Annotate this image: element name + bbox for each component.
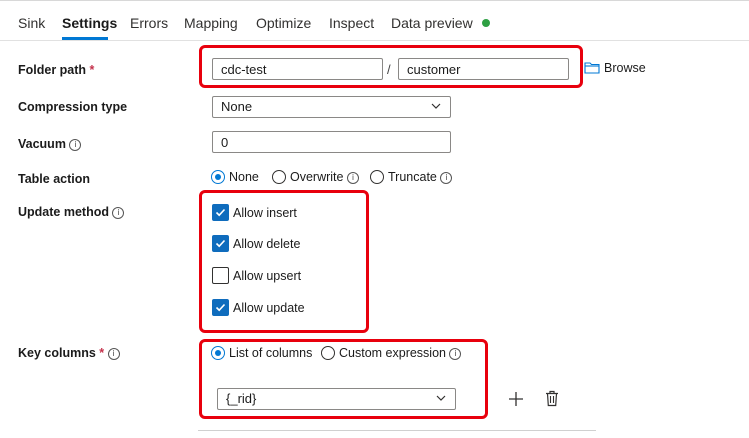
radio-checked-icon (211, 170, 225, 184)
add-icon[interactable] (508, 391, 524, 407)
folder-icon (584, 62, 600, 74)
radio-checked-icon (211, 346, 225, 360)
tab-mapping[interactable]: Mapping (184, 15, 238, 31)
tab-data-preview-label: Data preview (391, 15, 473, 31)
browse-label: Browse (604, 61, 646, 75)
required-marker: * (89, 63, 95, 77)
status-dot-icon (481, 19, 490, 27)
browse-button[interactable]: Browse (584, 61, 646, 75)
tab-bar: Sink Settings Errors Mapping Optimize In… (0, 0, 749, 41)
key-column-value: {_rid} (226, 391, 257, 406)
checkbox-checked-icon (212, 235, 229, 252)
table-action-truncate-label: Truncate (388, 170, 437, 184)
active-tab-indicator (62, 37, 108, 40)
custom-expression-label: Custom expression (339, 346, 446, 360)
folder-directory-input[interactable]: customer (398, 58, 569, 80)
allow-upsert-label: Allow upsert (233, 269, 302, 283)
table-action-label: Table action (18, 172, 91, 186)
folder-path-label-text: Folder path (18, 63, 87, 77)
allow-insert-checkbox[interactable]: Allow insert (212, 204, 297, 221)
chevron-down-icon (431, 103, 441, 109)
vacuum-input[interactable]: 0 (212, 131, 451, 153)
checkbox-checked-icon (212, 204, 229, 221)
update-method-label: Update method i (18, 205, 125, 219)
custom-expression-radio[interactable]: Custom expression i (321, 346, 462, 360)
table-action-truncate-radio[interactable]: Truncate i (370, 170, 453, 184)
compression-type-label: Compression type (18, 100, 128, 114)
key-columns-label: Key columns * i (18, 346, 120, 360)
folder-container-input[interactable]: cdc-test (212, 58, 383, 80)
update-method-label-text: Update method (18, 205, 109, 219)
trash-icon[interactable] (545, 390, 559, 407)
checkbox-checked-icon (212, 299, 229, 316)
chevron-down-icon (436, 395, 446, 401)
divider (198, 430, 596, 431)
list-of-columns-label: List of columns (229, 346, 313, 360)
radio-unchecked-icon (370, 170, 384, 184)
info-icon[interactable]: i (440, 172, 453, 184)
allow-upsert-checkbox[interactable]: Allow upsert (212, 267, 301, 284)
allow-update-checkbox[interactable]: Allow update (212, 299, 305, 316)
list-of-columns-radio[interactable]: List of columns (211, 346, 312, 360)
required-marker: * (99, 346, 105, 360)
allow-delete-label: Allow delete (233, 237, 301, 251)
key-column-dropdown[interactable]: {_rid} (217, 388, 456, 410)
compression-type-value: None (221, 99, 253, 114)
tab-inspect[interactable]: Inspect (329, 15, 374, 31)
folder-path-label: Folder path * (18, 63, 94, 77)
allow-update-label: Allow update (233, 301, 305, 315)
tab-settings[interactable]: Settings (62, 15, 117, 31)
table-action-none-radio[interactable]: None (211, 170, 259, 184)
vacuum-label: Vacuum i (18, 137, 82, 151)
path-separator: / (387, 62, 391, 77)
tab-optimize[interactable]: Optimize (256, 15, 311, 31)
radio-unchecked-icon (321, 346, 335, 360)
info-icon[interactable]: i (112, 207, 125, 219)
info-icon[interactable]: i (346, 172, 359, 184)
table-action-overwrite-radio[interactable]: Overwrite i (272, 170, 359, 184)
tab-data-preview[interactable]: Data preview (391, 15, 490, 31)
allow-insert-label: Allow insert (233, 206, 297, 220)
table-action-overwrite-label: Overwrite (290, 170, 344, 184)
info-icon[interactable]: i (449, 348, 462, 360)
info-icon[interactable]: i (107, 348, 120, 360)
radio-unchecked-icon (272, 170, 286, 184)
key-columns-label-text: Key columns (18, 346, 96, 360)
allow-delete-checkbox[interactable]: Allow delete (212, 235, 300, 252)
info-icon[interactable]: i (69, 139, 82, 151)
tab-errors[interactable]: Errors (130, 15, 168, 31)
table-action-none-label: None (229, 170, 259, 184)
compression-type-dropdown[interactable]: None (212, 96, 451, 118)
checkbox-unchecked-icon (212, 267, 229, 284)
vacuum-label-text: Vacuum (18, 137, 66, 151)
tab-sink[interactable]: Sink (18, 15, 45, 31)
